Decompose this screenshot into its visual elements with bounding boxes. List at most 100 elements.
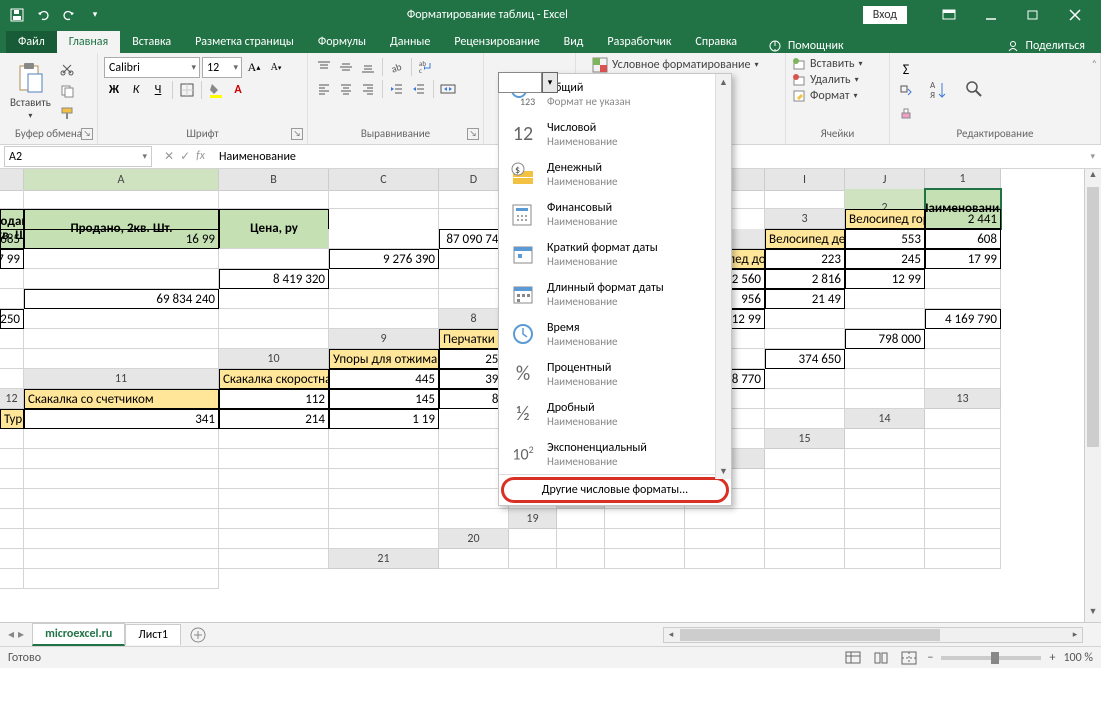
column-header[interactable]: A <box>24 169 219 191</box>
cell[interactable]: 14 <box>845 409 925 429</box>
cell[interactable]: 20 <box>439 529 509 549</box>
number-format-option[interactable]: Краткий формат датыНаименование <box>499 234 731 274</box>
cell[interactable]: 10 <box>219 349 329 369</box>
autosum-icon[interactable]: Σ <box>896 59 916 79</box>
cell[interactable] <box>845 349 925 369</box>
cell[interactable] <box>219 549 329 569</box>
cell[interactable]: 19 <box>509 509 557 529</box>
cell[interactable] <box>24 269 219 289</box>
cell[interactable]: 112 <box>219 389 329 409</box>
cell[interactable] <box>765 309 845 329</box>
tab-help[interactable]: Справка <box>683 31 749 53</box>
cell[interactable] <box>0 329 24 349</box>
cell[interactable] <box>219 469 329 489</box>
font-name-select[interactable]: Calibri <box>104 57 200 78</box>
maximize-icon[interactable] <box>1013 0 1053 29</box>
cell[interactable] <box>329 449 439 469</box>
cell[interactable] <box>219 309 329 329</box>
cell[interactable] <box>765 469 845 489</box>
new-sheet-button[interactable] <box>185 625 211 645</box>
cell[interactable] <box>765 549 845 569</box>
cell[interactable]: 145 <box>329 389 439 409</box>
cell[interactable] <box>925 369 1001 389</box>
cell[interactable]: 9 276 390 <box>329 249 439 269</box>
column-header[interactable]: B <box>219 169 329 191</box>
cell[interactable] <box>24 489 219 509</box>
cell[interactable]: 13 <box>925 389 1001 409</box>
insert-cells-button[interactable]: Вставить▾ <box>792 57 863 71</box>
cell[interactable] <box>765 489 845 509</box>
tab-file[interactable]: Файл <box>6 31 57 53</box>
cell[interactable] <box>925 529 1001 549</box>
close-icon[interactable] <box>1055 0 1095 29</box>
cell[interactable] <box>845 309 925 329</box>
cell[interactable] <box>845 549 925 569</box>
cell[interactable] <box>219 429 329 449</box>
cell[interactable] <box>925 489 1001 509</box>
cell[interactable]: 12 <box>0 389 24 409</box>
column-header[interactable]: I <box>765 169 845 191</box>
cell[interactable] <box>845 289 925 309</box>
decrease-font-icon[interactable]: A▾ <box>266 58 286 78</box>
cell[interactable]: 15 <box>765 429 845 449</box>
align-center-icon[interactable] <box>336 79 356 99</box>
cell[interactable]: 245 <box>845 249 925 269</box>
number-format-option[interactable]: ВремяНаименование <box>499 314 731 354</box>
cell[interactable] <box>557 509 605 529</box>
underline-icon[interactable]: Ч <box>148 80 168 100</box>
redo-icon[interactable] <box>58 4 80 26</box>
number-format-input[interactable]: ▾ <box>498 72 558 93</box>
page-layout-view-icon[interactable] <box>871 648 891 668</box>
cut-icon[interactable] <box>57 59 77 79</box>
cell[interactable] <box>0 169 24 191</box>
cell[interactable] <box>24 349 219 369</box>
cell[interactable] <box>509 549 557 569</box>
dropdown-scrollbar[interactable]: ▲▼ <box>715 74 731 479</box>
cell[interactable] <box>925 509 1001 529</box>
cell[interactable] <box>0 289 24 309</box>
cell[interactable] <box>24 329 219 349</box>
cell[interactable] <box>24 249 219 269</box>
cell[interactable] <box>219 489 329 509</box>
cell[interactable]: Велосипед горный <box>845 209 925 229</box>
number-format-option[interactable]: $ДенежныйНаименование <box>499 154 731 194</box>
cell[interactable] <box>24 509 219 529</box>
cell[interactable] <box>219 289 329 309</box>
cell[interactable] <box>845 429 925 449</box>
cell[interactable] <box>765 449 845 469</box>
cell[interactable]: 341 <box>24 409 219 429</box>
cell[interactable] <box>845 449 925 469</box>
dialog-launcher-icon[interactable]: ↘ <box>467 128 479 140</box>
page-break-view-icon[interactable] <box>899 648 919 668</box>
format-cells-button[interactable]: Формат▾ <box>792 89 858 103</box>
save-icon[interactable] <box>6 4 28 26</box>
cell[interactable] <box>845 389 925 409</box>
cell[interactable] <box>765 509 845 529</box>
cell[interactable] <box>219 529 329 549</box>
cell[interactable] <box>925 289 1001 309</box>
cell[interactable] <box>845 529 925 549</box>
cell[interactable] <box>219 509 329 529</box>
copy-icon[interactable] <box>57 81 77 101</box>
cell[interactable] <box>845 489 925 509</box>
cell[interactable] <box>24 469 219 489</box>
cell[interactable]: 445 <box>329 369 439 389</box>
cell[interactable]: 7 99 <box>0 249 24 269</box>
cell[interactable]: Скакалка со счетчиком <box>24 389 219 409</box>
cell[interactable] <box>765 389 845 409</box>
italic-icon[interactable]: К <box>126 80 146 100</box>
tab-data[interactable]: Данные <box>378 31 442 53</box>
minimize-icon[interactable] <box>971 0 1011 29</box>
tab-home[interactable]: Главная <box>57 31 120 53</box>
column-header[interactable]: C <box>329 169 439 191</box>
tab-page-layout[interactable]: Разметка страницы <box>183 31 306 53</box>
cell[interactable] <box>0 369 24 389</box>
more-number-formats-button[interactable]: Другие числовые форматы... <box>499 474 731 505</box>
number-format-option[interactable]: ½ДробныйНаименование <box>499 394 731 434</box>
tell-me-label[interactable]: Помощник <box>788 39 844 53</box>
cell[interactable] <box>0 569 24 589</box>
zoom-level[interactable]: 100 % <box>1063 651 1093 665</box>
cell[interactable]: 17 99 <box>925 249 1001 269</box>
cell[interactable] <box>765 189 845 209</box>
align-right-icon[interactable] <box>358 79 378 99</box>
